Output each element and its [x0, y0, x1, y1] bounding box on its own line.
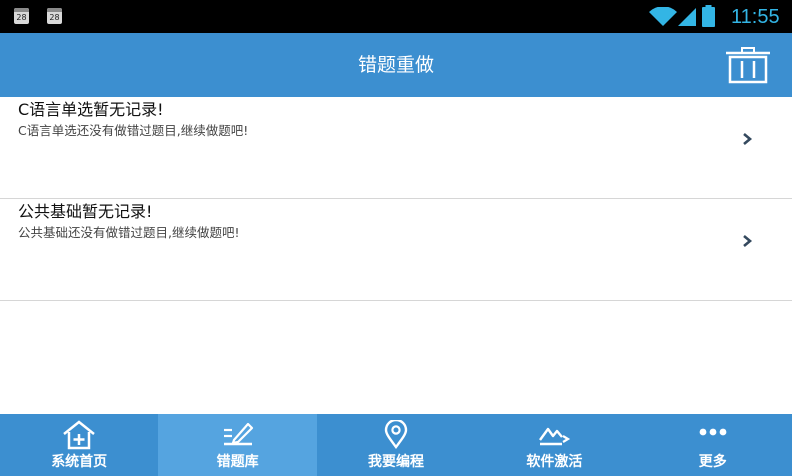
tab-programming[interactable]: 我要编程: [317, 414, 475, 476]
list-item-description: C语言单选还没有做错过题目,继续做题吧!: [18, 123, 249, 138]
calendar-day: 28: [16, 13, 27, 22]
tab-activation[interactable]: 软件激活: [475, 414, 633, 476]
signal-icon: [678, 8, 696, 26]
tab-label: 更多: [698, 454, 727, 470]
list-item-title: C语言单选暂无记录!: [18, 100, 164, 119]
list-item-description: 公共基础还没有做错过题目,继续做题吧!: [18, 225, 240, 240]
wifi-icon: [649, 7, 677, 26]
tab-label: 错题库: [216, 454, 259, 470]
list-item[interactable]: 公共基础暂无记录! 公共基础还没有做错过题目,继续做题吧!: [0, 199, 792, 301]
calendar-day: 28: [49, 13, 60, 22]
status-time: 11:55: [731, 6, 780, 28]
wrong-questions-list: C语言单选暂无记录! C语言单选还没有做错过题目,继续做题吧! 公共基础暂无记录…: [0, 97, 792, 301]
battery-icon: [702, 5, 715, 27]
edit-pencil-icon: [223, 422, 253, 446]
chevron-right-icon: [743, 133, 753, 145]
tab-more[interactable]: 更多: [634, 414, 792, 476]
action-bar: 错题重做: [0, 33, 792, 97]
mountain-key-icon: [539, 427, 571, 446]
status-bar: 28 28 11:55: [0, 0, 792, 33]
page-title: 错题重做: [357, 54, 434, 76]
tab-label: 软件激活: [526, 454, 583, 470]
tab-wrong-questions[interactable]: 错题库: [158, 414, 317, 476]
bottom-nav: 系统首页 错题库 我要编程 软件激活 更多: [0, 414, 792, 476]
trash-icon: [726, 47, 770, 84]
home-plus-icon: [63, 420, 95, 450]
calendar-icon: 28: [14, 8, 29, 24]
chevron-right-icon: [743, 235, 753, 247]
location-pin-icon: [384, 420, 408, 449]
tab-label: 系统首页: [51, 454, 108, 470]
list-item-title: 公共基础暂无记录!: [18, 202, 153, 221]
calendar-icon: 28: [47, 8, 62, 24]
tab-label: 我要编程: [367, 454, 424, 470]
more-dots-icon: [699, 428, 727, 436]
list-item[interactable]: C语言单选暂无记录! C语言单选还没有做错过题目,继续做题吧!: [0, 97, 792, 199]
delete-all-button[interactable]: [724, 46, 772, 84]
tab-home[interactable]: 系统首页: [0, 414, 158, 476]
